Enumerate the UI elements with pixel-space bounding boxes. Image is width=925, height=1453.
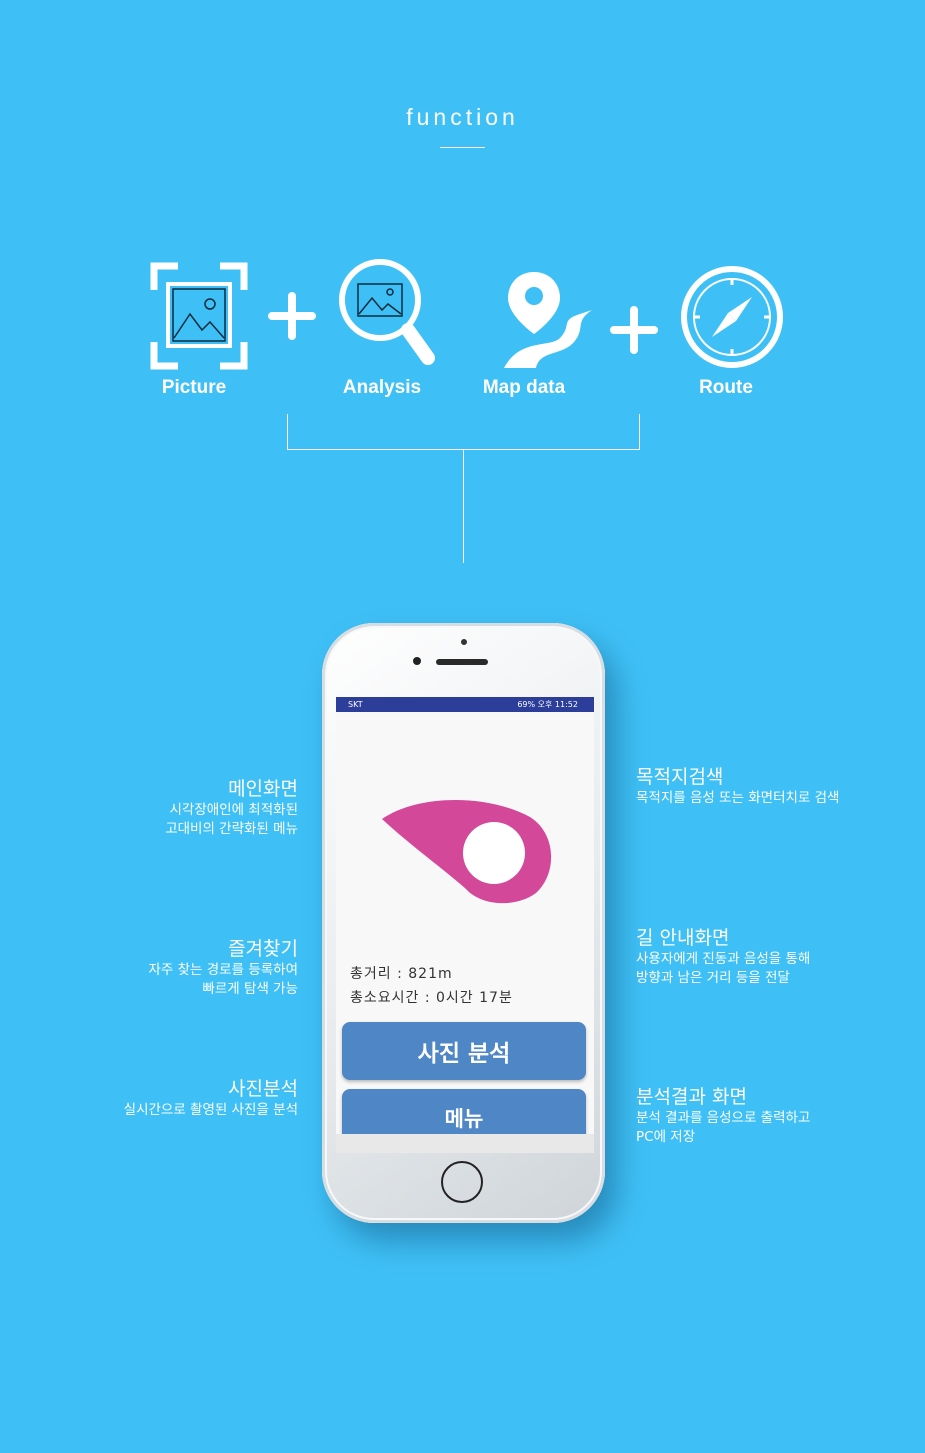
annotation-analysis-result: 분석결과 화면 분석 결과를 음성으로 출력하고 PC에 저장: [636, 1082, 921, 1147]
total-duration-text: 총소요시간 : 0시간 17분: [350, 990, 513, 1006]
annotation-title: 목적지검색: [636, 766, 724, 788]
annotation-desc: 목적지를 음성 또는 화면터치로 검색: [636, 790, 840, 806]
total-distance-text: 총거리 : 821m: [350, 966, 453, 982]
carrier-label: SKT: [348, 700, 363, 709]
annotation-title: 분석결과 화면: [636, 1086, 747, 1108]
function-label-map-data: Map data: [482, 377, 566, 398]
annotation-desc: 고대비의 간략화된 메뉴: [165, 821, 298, 837]
annotation-desc: 방향과 남은 거리 등을 전달: [636, 970, 790, 986]
annotation-title: 사진분석: [228, 1078, 298, 1100]
picture-frame-icon: [150, 262, 248, 374]
magnifier-image-icon: [338, 258, 436, 372]
front-camera: [461, 639, 467, 645]
annotation-desc: 시각장애인에 최적화된: [169, 802, 299, 818]
annotation-title: 길 안내화면: [636, 927, 730, 949]
annotation-title: 즐겨찾기: [228, 938, 298, 960]
annotation-desc: 빠르게 탐색 가능: [202, 981, 298, 997]
section-title: function: [406, 104, 519, 130]
status-bar: SKT 69% 오후 11:52: [336, 697, 594, 712]
annotation-desc: 자주 찾는 경로를 등록하여: [148, 962, 299, 978]
plus-icon: [608, 304, 660, 360]
photo-analysis-button[interactable]: 사진 분석: [342, 1022, 586, 1080]
map-pin-road-icon: [500, 268, 620, 376]
annotation-desc: 분석 결과를 음성으로 출력하고: [636, 1110, 811, 1126]
annotation-desc: 사용자에게 진동과 음성을 통해: [636, 951, 811, 967]
plus-icon: [266, 290, 318, 346]
screen-bottom-bar: [336, 1134, 594, 1153]
status-battery-time: 69% 오후 11:52: [517, 700, 578, 709]
earpiece-speaker: [436, 659, 488, 665]
phone-screen: SKT 69% 오후 11:52 총거리 : 821m 총소요시간 : 0시간 …: [336, 697, 594, 1153]
function-label-picture: Picture: [161, 377, 227, 398]
annotation-photo-analysis: 사진분석 실시간으로 촬영된 사진을 분석: [38, 1074, 298, 1120]
title-underline: [440, 147, 485, 148]
annotation-desc: PC에 저장: [636, 1129, 696, 1145]
annotation-navigation-screen: 길 안내화면 사용자에게 진동과 음성을 통해 방향과 남은 거리 등을 전달: [636, 923, 921, 988]
annotation-desc: 실시간으로 촬영된 사진을 분석: [123, 1102, 298, 1118]
annotation-title: 메인화면: [228, 778, 298, 800]
annotation-destination-search: 목적지검색 목적지를 음성 또는 화면터치로 검색: [636, 762, 921, 808]
connector-line: [463, 450, 464, 563]
location-pin-icon: [380, 797, 556, 911]
home-button[interactable]: [441, 1161, 483, 1203]
annotation-favorites: 즐겨찾기 자주 찾는 경로를 등록하여 빠르게 탐색 가능: [38, 934, 299, 999]
compass-icon: [680, 265, 784, 373]
function-label-analysis: Analysis: [342, 377, 422, 398]
proximity-sensor: [413, 657, 421, 665]
function-label-route: Route: [699, 377, 753, 398]
connector-line: [287, 414, 288, 450]
connector-line: [639, 414, 640, 450]
annotation-main-screen: 메인화면 시각장애인에 최적화된 고대비의 간략화된 메뉴: [38, 774, 298, 839]
